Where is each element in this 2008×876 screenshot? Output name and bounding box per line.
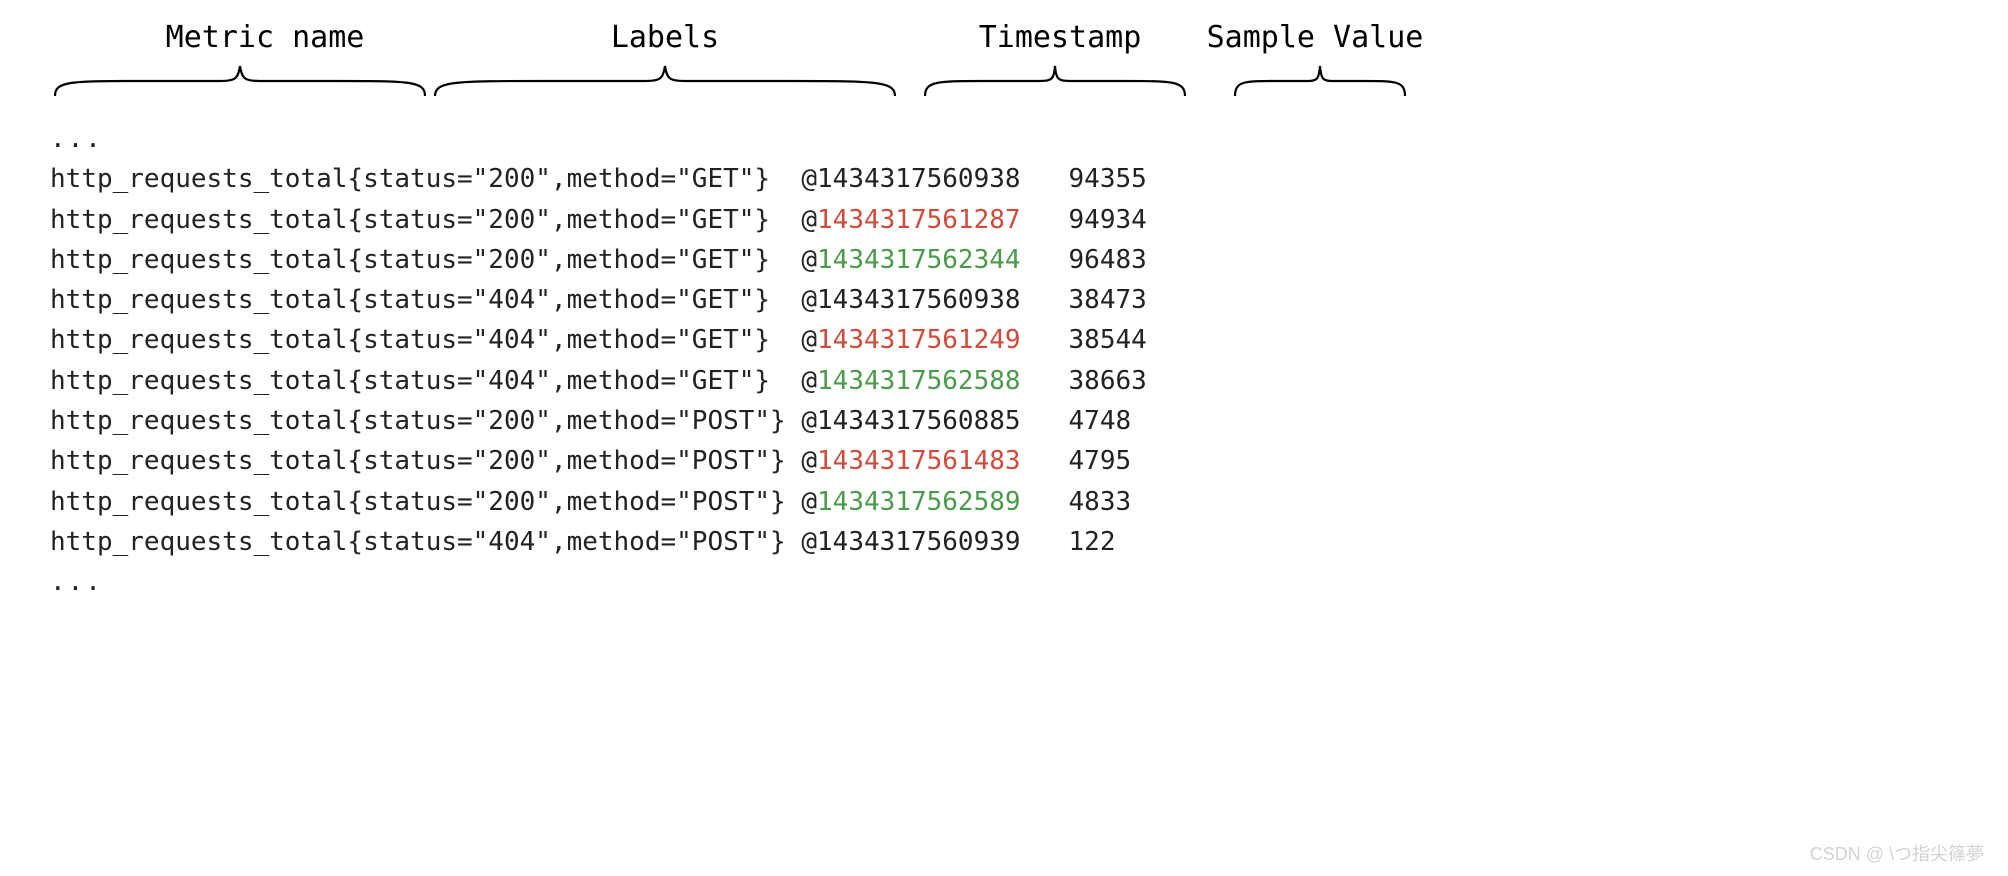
sample-value: 122: [1069, 522, 1116, 562]
sample-row: http_requests_total{status="200",method=…: [50, 159, 1968, 199]
sample-row: http_requests_total{status="200",method=…: [50, 240, 1968, 280]
labels-text: {status="404",method="GET"}: [347, 361, 770, 401]
sample-row: http_requests_total{status="200",method=…: [50, 441, 1968, 481]
metric-name: http_requests_total: [50, 441, 347, 481]
timestamp-value: 1434317561483: [817, 441, 1021, 481]
header-timestamp: Timestamp: [930, 20, 1190, 55]
alignment-pad: [770, 280, 801, 320]
labels-text: {status="404",method="GET"}: [347, 320, 770, 360]
at-sign: @: [801, 522, 817, 562]
header-metric-name: Metric name: [100, 20, 430, 55]
timestamp-value: 1434317562589: [817, 482, 1021, 522]
timestamp-value: 1434317560938: [817, 280, 1021, 320]
labels-text: {status="200",method="POST"}: [347, 441, 785, 481]
labels-text: {status="404",method="POST"}: [347, 522, 785, 562]
header-labels: Labels: [430, 20, 900, 55]
sample-row: http_requests_total{status="200",method=…: [50, 401, 1968, 441]
sample-value: 38473: [1069, 280, 1147, 320]
metric-name: http_requests_total: [50, 159, 347, 199]
ellipsis-top: ...: [50, 119, 1968, 159]
alignment-pad: [770, 320, 801, 360]
at-sign: @: [801, 441, 817, 481]
alignment-pad: [786, 441, 802, 481]
sample-row: http_requests_total{status="200",method=…: [50, 482, 1968, 522]
sample-row: http_requests_total{status="200",method=…: [50, 200, 1968, 240]
diagram-root: Metric name Labels Timestamp Sample Valu…: [0, 0, 2008, 876]
brace-metric-name: [50, 61, 430, 101]
labels-text: {status="200",method="POST"}: [347, 401, 785, 441]
alignment-pad: [770, 361, 801, 401]
timestamp-value: 1434317562588: [817, 361, 1021, 401]
brace-sample-value: [1230, 61, 1410, 101]
at-sign: @: [801, 280, 817, 320]
timestamp-value: 1434317560939: [817, 522, 1021, 562]
ellipsis-bottom: ...: [50, 562, 1968, 602]
sample-value: 38663: [1069, 361, 1147, 401]
sample-value: 94355: [1069, 159, 1147, 199]
timestamp-value: 1434317561287: [817, 200, 1021, 240]
at-sign: @: [801, 159, 817, 199]
metric-name: http_requests_total: [50, 401, 347, 441]
sample-value: 4795: [1069, 441, 1132, 481]
metric-name: http_requests_total: [50, 200, 347, 240]
metric-name: http_requests_total: [50, 482, 347, 522]
sample-rows: ... http_requests_total{status="200",met…: [40, 119, 1968, 603]
at-sign: @: [801, 200, 817, 240]
labels-text: {status="200",method="GET"}: [347, 159, 770, 199]
alignment-pad: [770, 240, 801, 280]
sample-row: http_requests_total{status="404",method=…: [50, 361, 1968, 401]
sample-row: http_requests_total{status="404",method=…: [50, 280, 1968, 320]
alignment-pad: [786, 482, 802, 522]
sample-value: 4748: [1069, 401, 1132, 441]
header-sample-value: Sample Value: [1200, 20, 1430, 55]
column-headers: Metric name Labels Timestamp Sample Valu…: [40, 20, 1968, 55]
metric-name: http_requests_total: [50, 240, 347, 280]
timestamp-value: 1434317560938: [817, 159, 1021, 199]
at-sign: @: [801, 482, 817, 522]
sample-value: 4833: [1069, 482, 1132, 522]
labels-text: {status="200",method="GET"}: [347, 240, 770, 280]
at-sign: @: [801, 361, 817, 401]
metric-name: http_requests_total: [50, 522, 347, 562]
labels-text: {status="404",method="GET"}: [347, 280, 770, 320]
metric-name: http_requests_total: [50, 361, 347, 401]
alignment-pad: [770, 200, 801, 240]
watermark: CSDN @ \つ指尖篠夢: [1810, 840, 1984, 866]
brace-timestamp: [920, 61, 1190, 101]
alignment-pad: [786, 401, 802, 441]
labels-text: {status="200",method="GET"}: [347, 200, 770, 240]
sample-value: 96483: [1069, 240, 1147, 280]
sample-value: 38544: [1069, 320, 1147, 360]
sample-row: http_requests_total{status="404",method=…: [50, 320, 1968, 360]
brace-labels: [430, 61, 900, 101]
at-sign: @: [801, 240, 817, 280]
metric-name: http_requests_total: [50, 280, 347, 320]
at-sign: @: [801, 401, 817, 441]
timestamp-value: 1434317560885: [817, 401, 1021, 441]
timestamp-value: 1434317561249: [817, 320, 1021, 360]
sample-row: http_requests_total{status="404",method=…: [50, 522, 1968, 562]
alignment-pad: [786, 522, 802, 562]
header-braces: [40, 61, 1968, 101]
timestamp-value: 1434317562344: [817, 240, 1021, 280]
at-sign: @: [801, 320, 817, 360]
metric-name: http_requests_total: [50, 320, 347, 360]
labels-text: {status="200",method="POST"}: [347, 482, 785, 522]
alignment-pad: [770, 159, 801, 199]
sample-value: 94934: [1069, 200, 1147, 240]
